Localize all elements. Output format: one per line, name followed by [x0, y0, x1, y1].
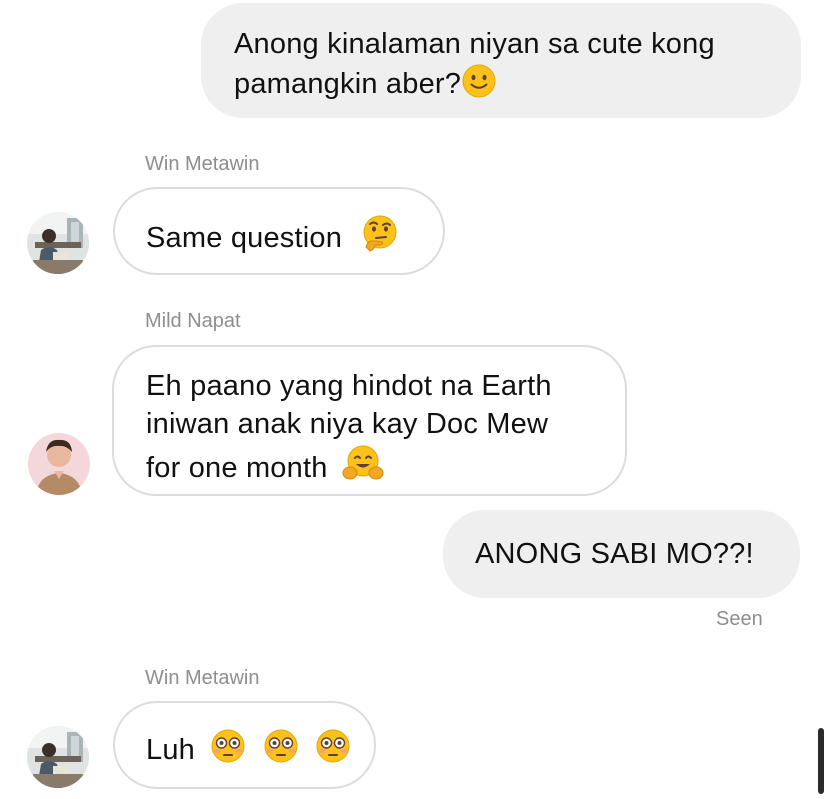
- sender-name: Win Metawin: [145, 153, 260, 175]
- message-text-line: Eh paano yang hindot na Earth: [146, 370, 552, 402]
- message-text-line: for one month: [146, 452, 328, 484]
- flushed-face-icon: [262, 727, 300, 765]
- incoming-message-bubble[interactable]: Eh paano yang hindot na Earth iniwan ana…: [112, 345, 627, 496]
- outgoing-message-bubble[interactable]: ANONG SABI MO??!: [443, 510, 800, 598]
- message-text: Same question: [146, 222, 343, 254]
- message-text-line-wrap: pamangkin aber?: [234, 63, 801, 103]
- avatar[interactable]: [28, 433, 90, 495]
- seen-status: Seen: [716, 608, 763, 630]
- incoming-message-bubble[interactable]: Luh: [113, 701, 376, 789]
- avatar[interactable]: [27, 726, 89, 788]
- message-text-line-wrap: for one month: [146, 443, 625, 487]
- slightly-smiling-face-icon: [461, 63, 497, 99]
- outgoing-message-bubble[interactable]: Anong kinalaman niyan sa cute kong paman…: [201, 3, 801, 118]
- message-text: Luh: [146, 734, 195, 766]
- incoming-message-bubble[interactable]: Same question: [113, 187, 445, 275]
- message-text-line: Anong kinalaman niyan sa cute kong: [234, 28, 715, 60]
- scrollbar-thumb[interactable]: [818, 728, 824, 794]
- message-text: ANONG SABI MO??!: [475, 538, 754, 570]
- avatar[interactable]: [27, 212, 89, 274]
- sender-name: Win Metawin: [145, 667, 260, 689]
- message-text-line: pamangkin aber?: [234, 68, 462, 100]
- hugging-face-icon: [342, 443, 384, 483]
- flushed-face-icon: [209, 727, 247, 765]
- thinking-face-icon: [360, 213, 400, 253]
- message-text-line: iniwan anak niya kay Doc Mew: [146, 408, 549, 440]
- sender-name: Mild Napat: [145, 310, 241, 332]
- flushed-face-icon: [314, 727, 352, 765]
